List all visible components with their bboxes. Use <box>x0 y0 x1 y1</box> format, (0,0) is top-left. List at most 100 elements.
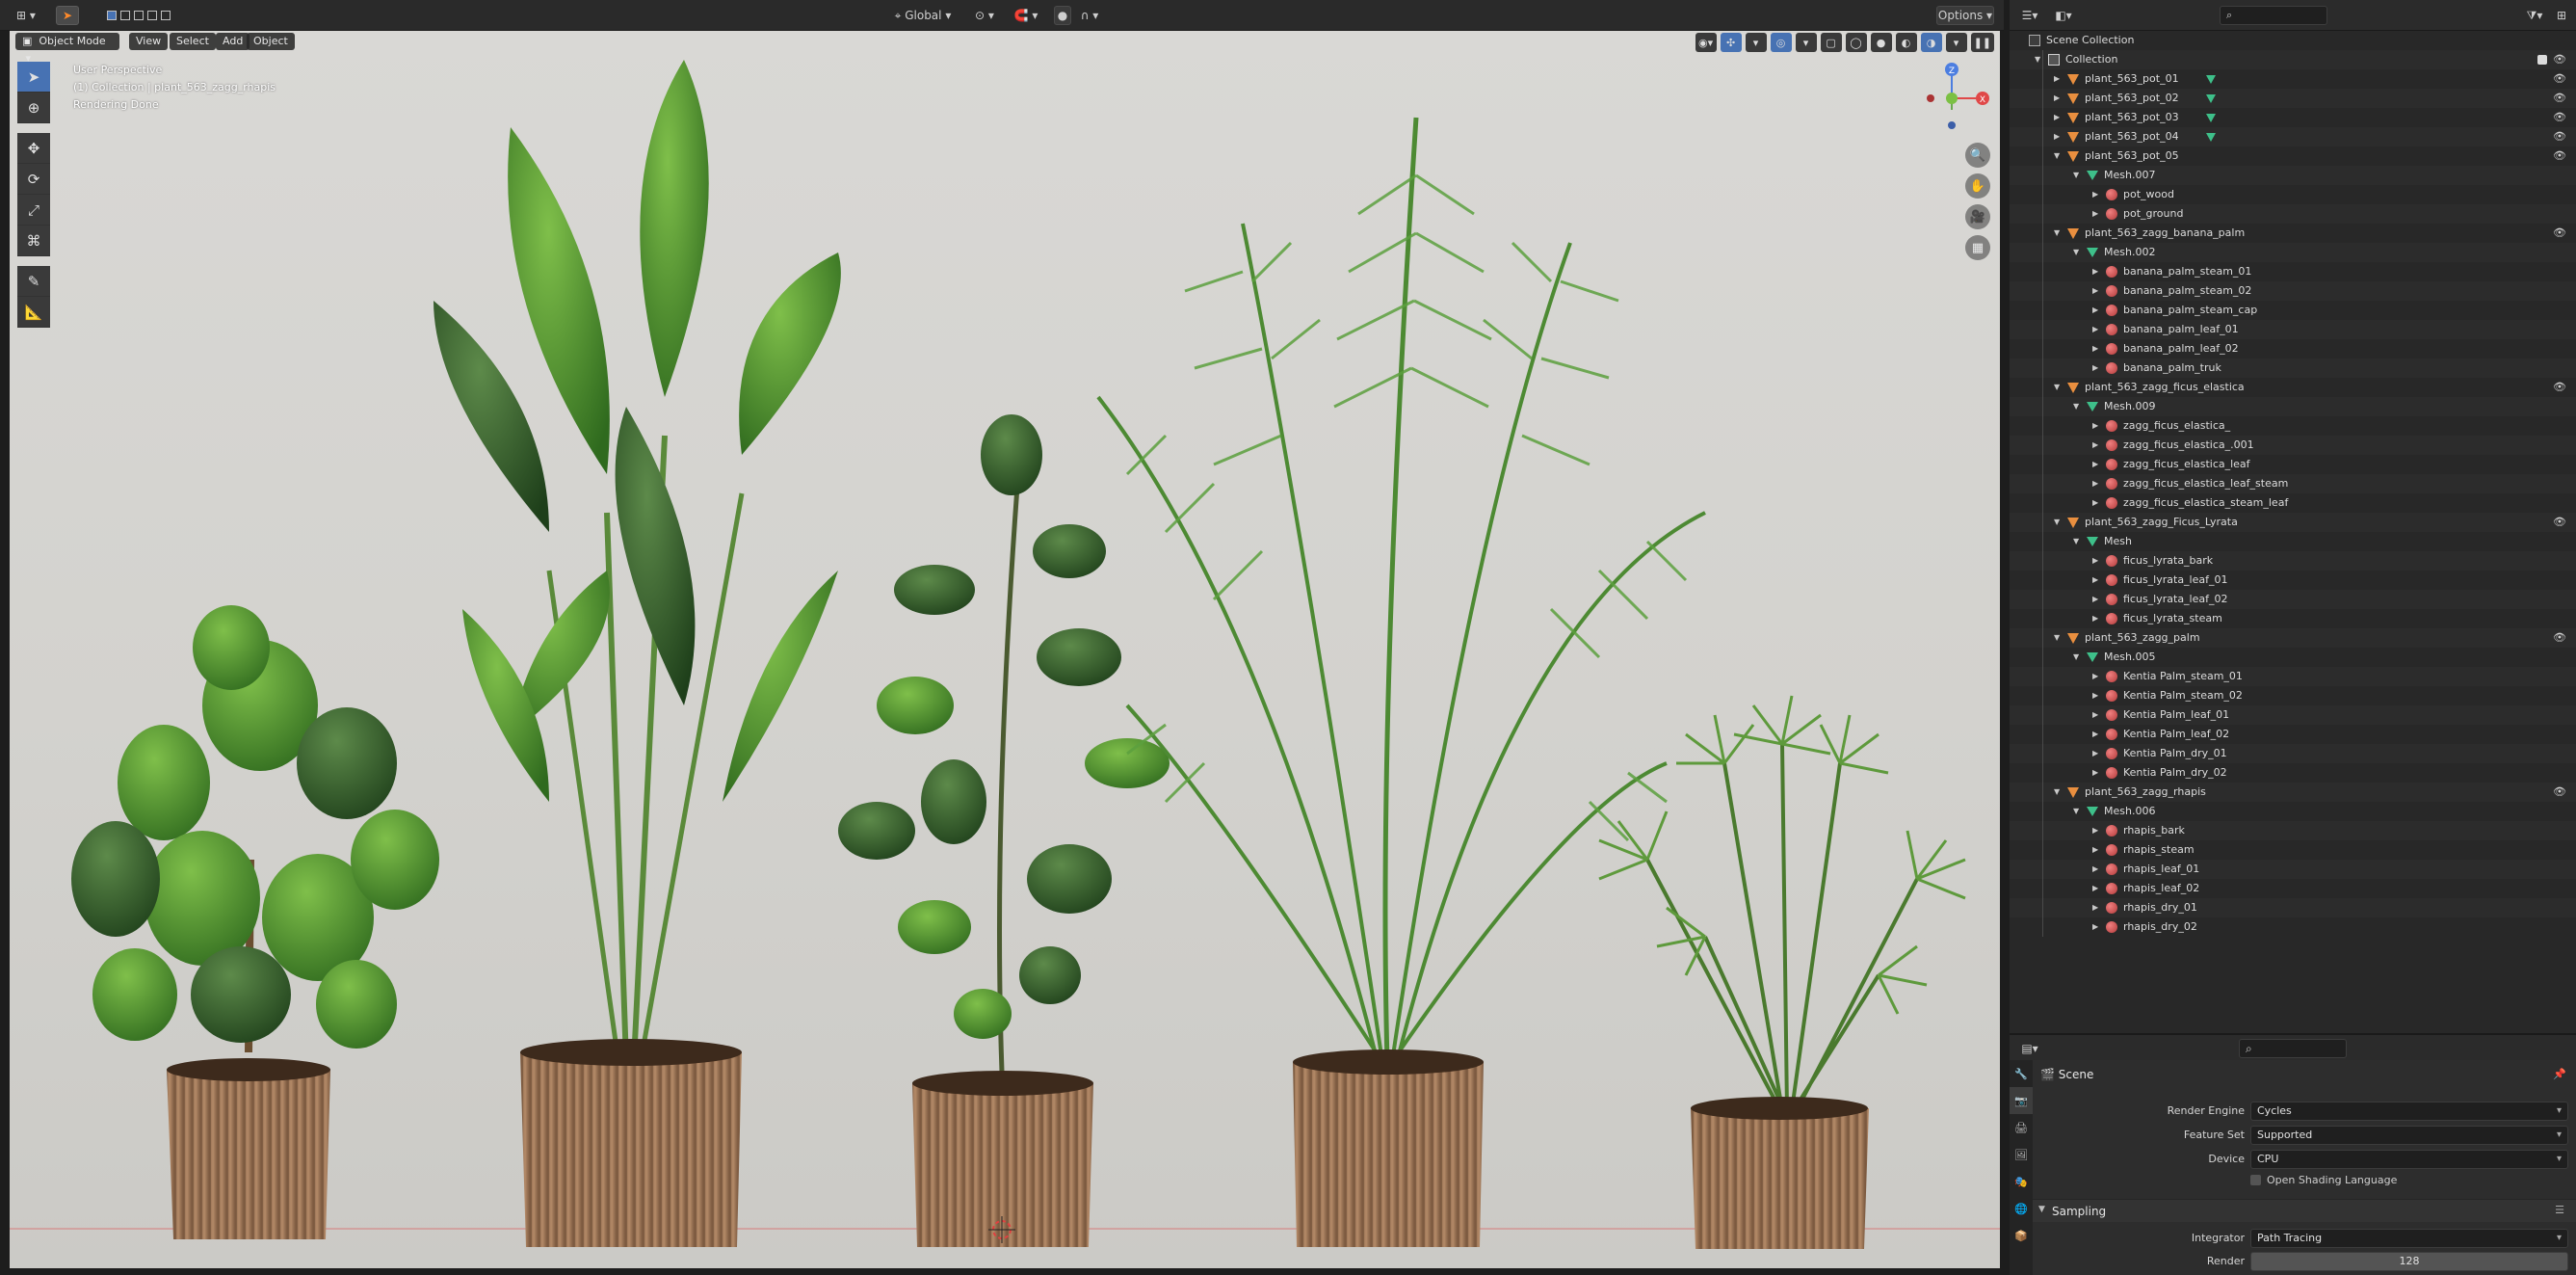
collapse-arrow-icon[interactable]: ▼ <box>2035 50 2040 69</box>
osl-checkbox[interactable] <box>2250 1175 2261 1185</box>
osl-checkbox-row[interactable]: Open Shading Language <box>2250 1174 2397 1186</box>
menu-add[interactable]: Add <box>216 33 250 50</box>
expand-arrow-icon[interactable]: ▶ <box>2092 821 2098 840</box>
render-samples-field[interactable]: 128 <box>2250 1252 2568 1271</box>
outliner-row[interactable]: ▶ plant_563_pot_04 👁 <box>2010 127 2576 146</box>
menu-object[interactable]: Object <box>247 33 295 50</box>
visibility-eye-icon[interactable]: 👁 <box>2553 127 2566 146</box>
outliner-row[interactable]: ▶ banana_palm_steam_01 <box>2010 262 2576 281</box>
sampling-panel-header[interactable]: ▼ Sampling ☰ <box>2033 1199 2576 1222</box>
expand-arrow-icon[interactable]: ▶ <box>2054 69 2060 89</box>
cursor-tool-icon[interactable]: ⊕ <box>17 93 50 123</box>
outliner-row[interactable]: ▶ banana_palm_leaf_02 <box>2010 339 2576 359</box>
collapse-arrow-icon[interactable]: ▼ <box>2054 224 2060 243</box>
menu-select[interactable]: Select <box>170 33 216 50</box>
outliner-row[interactable]: ▶ pot_wood <box>2010 185 2576 204</box>
expand-arrow-icon[interactable]: ▶ <box>2092 493 2098 513</box>
outliner-row[interactable]: ▼ plant_563_zagg_banana_palm 👁 <box>2010 224 2576 243</box>
outliner-row[interactable]: ▼ plant_563_zagg_Ficus_Lyrata 👁 <box>2010 513 2576 532</box>
ortho-toggle-icon[interactable]: ▦ <box>1965 235 1990 260</box>
outliner-row[interactable]: ▼ Mesh.005 <box>2010 648 2576 667</box>
camera-view-icon[interactable]: 🎥 <box>1965 204 1990 229</box>
pause-render-icon[interactable]: ❚❚ <box>1970 33 1994 52</box>
visibility-eye-icon[interactable]: 👁 <box>2553 50 2566 69</box>
outliner-row[interactable]: ▶ ficus_lyrata_bark <box>2010 551 2576 571</box>
xray-toggle-icon[interactable]: ▢ <box>1820 33 1842 52</box>
expand-arrow-icon[interactable]: ▶ <box>2092 763 2098 783</box>
select-subtract-icon[interactable] <box>134 11 144 20</box>
render-tab-icon[interactable]: 📷 <box>2010 1087 2033 1114</box>
outliner-row[interactable]: ▶ plant_563_pot_03 👁 <box>2010 108 2576 127</box>
new-collection-button[interactable]: ⊞ <box>2551 6 2572 25</box>
expand-arrow-icon[interactable]: ▶ <box>2092 436 2098 455</box>
overlay-dropdown-icon[interactable]: ▾ <box>1795 33 1817 52</box>
outliner-row[interactable]: ▶ rhapis_steam <box>2010 840 2576 860</box>
select-new-icon[interactable] <box>107 11 117 20</box>
collection-tab-icon[interactable]: 📦 <box>2010 1222 2033 1249</box>
properties-search-input[interactable]: ⌕ <box>2239 1039 2347 1058</box>
integrator-dropdown[interactable]: Path Tracing ▾ <box>2250 1229 2568 1248</box>
tool-tab-icon[interactable]: 🔧 <box>2010 1060 2033 1087</box>
outliner-row[interactable]: ▶ rhapis_dry_02 <box>2010 917 2576 937</box>
select-intersect-icon[interactable] <box>161 11 171 20</box>
filter-dropdown[interactable]: ⧩▾ <box>2520 6 2549 25</box>
outliner-row[interactable]: ▼ Mesh <box>2010 532 2576 551</box>
mesh-data-icon[interactable] <box>2206 133 2216 142</box>
outliner-row[interactable]: ▶ Kentia Palm_dry_01 <box>2010 744 2576 763</box>
move-tool-icon[interactable]: ✥ <box>17 133 50 164</box>
visibility-eye-icon[interactable]: 👁 <box>2553 378 2566 397</box>
snap-toggle[interactable]: 🧲 ▾ <box>1004 6 1048 25</box>
expand-arrow-icon[interactable]: ▶ <box>2054 108 2060 127</box>
expand-arrow-icon[interactable]: ▶ <box>2092 455 2098 474</box>
transform-orientation-dropdown[interactable]: ⌖ Global ▾ <box>884 6 961 25</box>
outliner-row[interactable]: ▼ Mesh.007 <box>2010 166 2576 185</box>
outliner-row[interactable]: ▶ Kentia Palm_leaf_01 <box>2010 705 2576 725</box>
mesh-data-icon[interactable] <box>2206 75 2216 84</box>
outliner-row[interactable]: ▶ Kentia Palm_leaf_02 <box>2010 725 2576 744</box>
outliner-row[interactable]: ▼ plant_563_zagg_palm 👁 <box>2010 628 2576 648</box>
shading-material-icon[interactable]: ◐ <box>1895 33 1917 52</box>
outliner-row[interactable]: ▶ ficus_lyrata_leaf_02 <box>2010 590 2576 609</box>
gizmo-y-axis[interactable] <box>1946 93 1958 104</box>
outliner-row[interactable]: ▶ banana_palm_steam_02 <box>2010 281 2576 301</box>
expand-arrow-icon[interactable]: ▶ <box>2092 551 2098 571</box>
visibility-eye-icon[interactable]: 👁 <box>2553 69 2566 89</box>
outliner-row[interactable]: ▶ banana_palm_steam_cap <box>2010 301 2576 320</box>
collapse-arrow-icon[interactable]: ▼ <box>2054 378 2060 397</box>
outliner-tree[interactable]: Scene Collection ▼ Collection 👁 ▶ plant_563_p… <box>2010 31 2576 1033</box>
outliner-row[interactable]: ▶ banana_palm_truk <box>2010 359 2576 378</box>
collapse-arrow-icon[interactable]: ▼ <box>2073 532 2079 551</box>
scene-tab-icon[interactable]: 🎭 <box>2010 1168 2033 1195</box>
expand-arrow-icon[interactable]: ▶ <box>2092 474 2098 493</box>
visibility-eye-icon[interactable]: 👁 <box>2553 146 2566 166</box>
expand-arrow-icon[interactable]: ▶ <box>2092 320 2098 339</box>
outliner-row[interactable]: ▶ zagg_ficus_elastica_leaf <box>2010 455 2576 474</box>
device-dropdown[interactable]: CPU ▾ <box>2250 1150 2568 1169</box>
collapse-arrow-icon[interactable]: ▼ <box>2054 628 2060 648</box>
outliner-row[interactable]: ▶ zagg_ficus_elastica_.001 <box>2010 436 2576 455</box>
render-engine-dropdown[interactable]: Cycles ▾ <box>2250 1102 2568 1121</box>
transform-tool-icon[interactable]: ⌘ <box>17 226 50 256</box>
expand-arrow-icon[interactable]: ▶ <box>2092 590 2098 609</box>
outliner-row[interactable]: ▶ plant_563_pot_01 👁 <box>2010 69 2576 89</box>
outliner-row[interactable]: ▶ rhapis_leaf_02 <box>2010 879 2576 898</box>
shading-wireframe-icon[interactable]: ◯ <box>1845 33 1867 52</box>
gizmo-neg-x[interactable] <box>1927 94 1934 102</box>
expand-arrow-icon[interactable]: ▶ <box>2092 879 2098 898</box>
visibility-filter-icon[interactable]: ◉▾ <box>1695 33 1717 52</box>
pivot-point-dropdown[interactable]: ⊙ ▾ <box>967 6 1002 25</box>
display-mode-dropdown[interactable]: ◧▾ <box>2048 6 2079 25</box>
expand-arrow-icon[interactable]: ▶ <box>2092 571 2098 590</box>
view-layer-tab-icon[interactable]: 🖼 <box>2010 1141 2033 1168</box>
select-invert-icon[interactable] <box>147 11 157 20</box>
menu-view[interactable]: View <box>129 33 169 50</box>
expand-arrow-icon[interactable]: ▶ <box>2054 89 2060 108</box>
visibility-eye-icon[interactable]: 👁 <box>2553 89 2566 108</box>
navigation-gizmo[interactable]: Z X <box>1923 60 1990 137</box>
outliner-row[interactable]: ▼ Mesh.006 <box>2010 802 2576 821</box>
outliner-row[interactable]: ▶ Kentia Palm_steam_01 <box>2010 667 2576 686</box>
expand-arrow-icon[interactable]: ▶ <box>2092 281 2098 301</box>
collapse-arrow-icon[interactable]: ▼ <box>2054 783 2060 802</box>
outliner-row[interactable]: ▶ plant_563_pot_02 👁 <box>2010 89 2576 108</box>
gizmo-neg-z[interactable] <box>1948 121 1956 129</box>
